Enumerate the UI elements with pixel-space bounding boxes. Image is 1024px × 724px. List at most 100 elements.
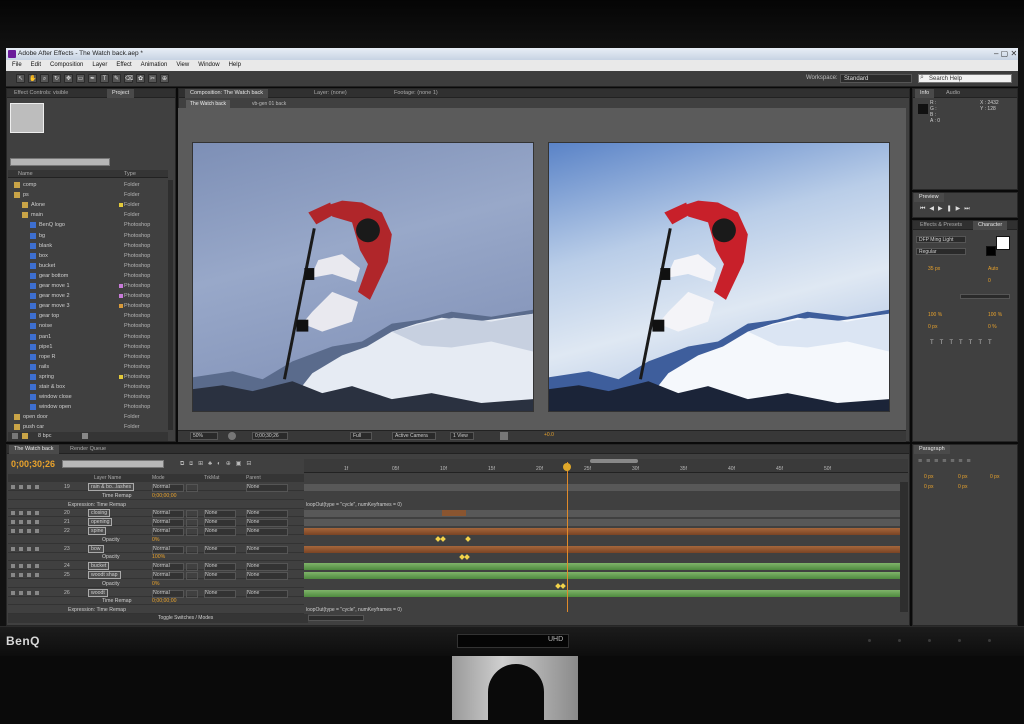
monitor-power-button[interactable] — [988, 639, 991, 642]
track-matte-select[interactable]: None — [204, 572, 236, 580]
property-row[interactable]: Time Remap 0;00;00;00 — [8, 492, 304, 500]
eye-switch-icon[interactable] — [11, 546, 15, 551]
bit-depth[interactable]: 8 bpc — [38, 433, 51, 439]
menu-animation[interactable]: Animation — [141, 62, 168, 68]
stroke-width-select[interactable] — [960, 294, 1010, 299]
column-layer-name[interactable]: Layer Name — [94, 474, 121, 482]
camera-tool-icon[interactable]: ✥ — [64, 74, 73, 83]
property-name[interactable]: Opacity — [100, 580, 122, 588]
label-color-swatch[interactable] — [119, 374, 123, 379]
parent-select[interactable]: None — [246, 589, 288, 598]
parent-select[interactable]: None — [246, 528, 288, 536]
project-item[interactable]: bg Photoshop — [8, 231, 168, 241]
search-help-input[interactable]: Search Help — [918, 74, 1012, 83]
project-item[interactable]: noise Photoshop — [8, 321, 168, 331]
tab-composition[interactable]: Composition: The Watch back — [185, 89, 269, 98]
space-before-value[interactable]: 0 px — [924, 484, 933, 490]
preserve-transparency-toggle[interactable] — [186, 589, 198, 598]
tab-footage[interactable]: Footage: (none 1) — [389, 89, 443, 98]
pixel-aspect-icon[interactable] — [500, 432, 508, 440]
menu-help[interactable]: Help — [229, 62, 241, 68]
track-matte-select[interactable]: None — [204, 563, 236, 572]
zoom-select[interactable]: 50% — [190, 432, 218, 440]
track-matte-select[interactable]: None — [204, 545, 236, 554]
exposure-value[interactable]: +0.0 — [544, 432, 554, 438]
toggle-switches-modes[interactable]: Toggle Switches / Modes — [158, 614, 213, 623]
expression-row[interactable]: Expression: Time Remap — [8, 606, 304, 615]
blend-mode-select[interactable]: Normal — [152, 563, 184, 572]
project-item[interactable]: gear move 3 Photoshop — [8, 301, 168, 311]
viewer-timecode[interactable]: 0;00;30;26 — [252, 432, 288, 440]
parent-select[interactable]: None — [246, 563, 288, 572]
audio-switch-icon[interactable] — [19, 564, 23, 569]
resolution-select[interactable]: Full — [350, 432, 372, 440]
property-row[interactable]: Opacity 0% — [8, 536, 304, 544]
solo-switch-icon[interactable] — [27, 485, 31, 489]
solo-switch-icon[interactable] — [27, 520, 31, 525]
parent-select[interactable]: None — [246, 484, 288, 492]
pen-tool-icon[interactable]: ✒ — [88, 74, 97, 83]
timeline-layer-row[interactable]: 25 woodt shap Normal None None — [8, 571, 304, 580]
property-name[interactable]: Time Remap — [100, 492, 134, 500]
property-row[interactable]: Time Remap 0;00;00;00 — [8, 597, 304, 606]
column-mode[interactable]: Mode — [152, 474, 165, 482]
roto-tool-icon[interactable]: ✿ — [136, 74, 145, 83]
preserve-transparency-toggle[interactable] — [186, 528, 198, 536]
rotate-tool-icon[interactable]: ↻ — [52, 74, 61, 83]
expression-text[interactable]: loopOut(type = "cycle", numKeyframes = 0… — [306, 502, 402, 508]
column-type[interactable]: Type — [124, 170, 136, 178]
vertical-scale-value[interactable]: 100 % — [928, 312, 942, 318]
timeline-switch-icons[interactable]: ⧉⧈⊞♣◐⊕▣⊟ — [180, 460, 256, 468]
solo-switch-icon[interactable] — [27, 590, 31, 595]
indent-right-value[interactable]: 0 px — [958, 474, 967, 480]
lock-switch-icon[interactable] — [35, 564, 39, 569]
timeline-current-time[interactable]: 0;00;30;26 — [11, 459, 55, 469]
layer-name[interactable]: woodt — [88, 588, 108, 597]
project-item[interactable]: gear top Photoshop — [8, 311, 168, 321]
lock-switch-icon[interactable] — [35, 529, 39, 533]
menu-layer[interactable]: Layer — [92, 62, 107, 68]
project-item[interactable]: pipe1 Photoshop — [8, 342, 168, 352]
preserve-transparency-toggle[interactable] — [186, 572, 198, 580]
project-item[interactable]: bucket Photoshop — [8, 261, 168, 271]
leading-value[interactable]: Auto — [988, 266, 998, 272]
audio-switch-icon[interactable] — [19, 511, 23, 516]
project-item[interactable]: Alone Folder — [8, 200, 168, 210]
property-name[interactable]: Time Remap — [100, 597, 134, 605]
monitor-button-2[interactable] — [898, 639, 901, 642]
blend-mode-select[interactable]: Normal — [152, 484, 184, 492]
property-value[interactable]: 100% — [152, 553, 165, 561]
track-matte-select[interactable]: None — [204, 519, 236, 528]
track-matte-select[interactable]: None — [204, 528, 236, 536]
column-trkmat[interactable]: TrkMat — [204, 474, 219, 482]
eye-switch-icon[interactable] — [11, 485, 15, 489]
tab-effect-controls[interactable]: Effect Controls: visible — [9, 89, 73, 98]
parent-select[interactable]: None — [246, 572, 288, 580]
selection-tool-icon[interactable]: ↖ — [16, 74, 25, 83]
baseline-shift-value[interactable]: 0 px — [928, 324, 937, 330]
preserve-transparency-toggle[interactable] — [186, 563, 198, 572]
timeline-search-input[interactable] — [62, 460, 164, 468]
solo-switch-icon[interactable] — [27, 511, 31, 516]
brush-tool-icon[interactable]: ✎ — [112, 74, 121, 83]
solo-switch-icon[interactable] — [27, 573, 31, 577]
snapshot-icon[interactable] — [228, 432, 236, 440]
eye-switch-icon[interactable] — [11, 573, 15, 577]
layer-duration-bar[interactable] — [304, 528, 900, 535]
blend-mode-select[interactable]: Normal — [152, 572, 184, 580]
property-name[interactable]: Opacity — [100, 553, 122, 561]
menu-effect[interactable]: Effect — [116, 62, 131, 68]
menu-view[interactable]: View — [176, 62, 189, 68]
hand-tool-icon[interactable]: ✋ — [28, 74, 37, 83]
layer-name[interactable]: bucket — [88, 562, 110, 571]
project-item[interactable]: open door Folder — [8, 412, 168, 422]
project-search-input[interactable] — [10, 158, 110, 166]
timeline-scrollbar[interactable] — [900, 482, 908, 612]
label-color-swatch[interactable] — [119, 203, 123, 208]
expression-text[interactable]: loopOut(type = "cycle", numKeyframes = 0… — [306, 607, 402, 613]
eye-switch-icon[interactable] — [11, 564, 15, 569]
tab-effects-presets[interactable]: Effects & Presets — [915, 221, 967, 230]
project-item[interactable]: pan1 Photoshop — [8, 332, 168, 342]
audio-switch-icon[interactable] — [19, 485, 23, 489]
delete-icon[interactable] — [82, 433, 88, 439]
